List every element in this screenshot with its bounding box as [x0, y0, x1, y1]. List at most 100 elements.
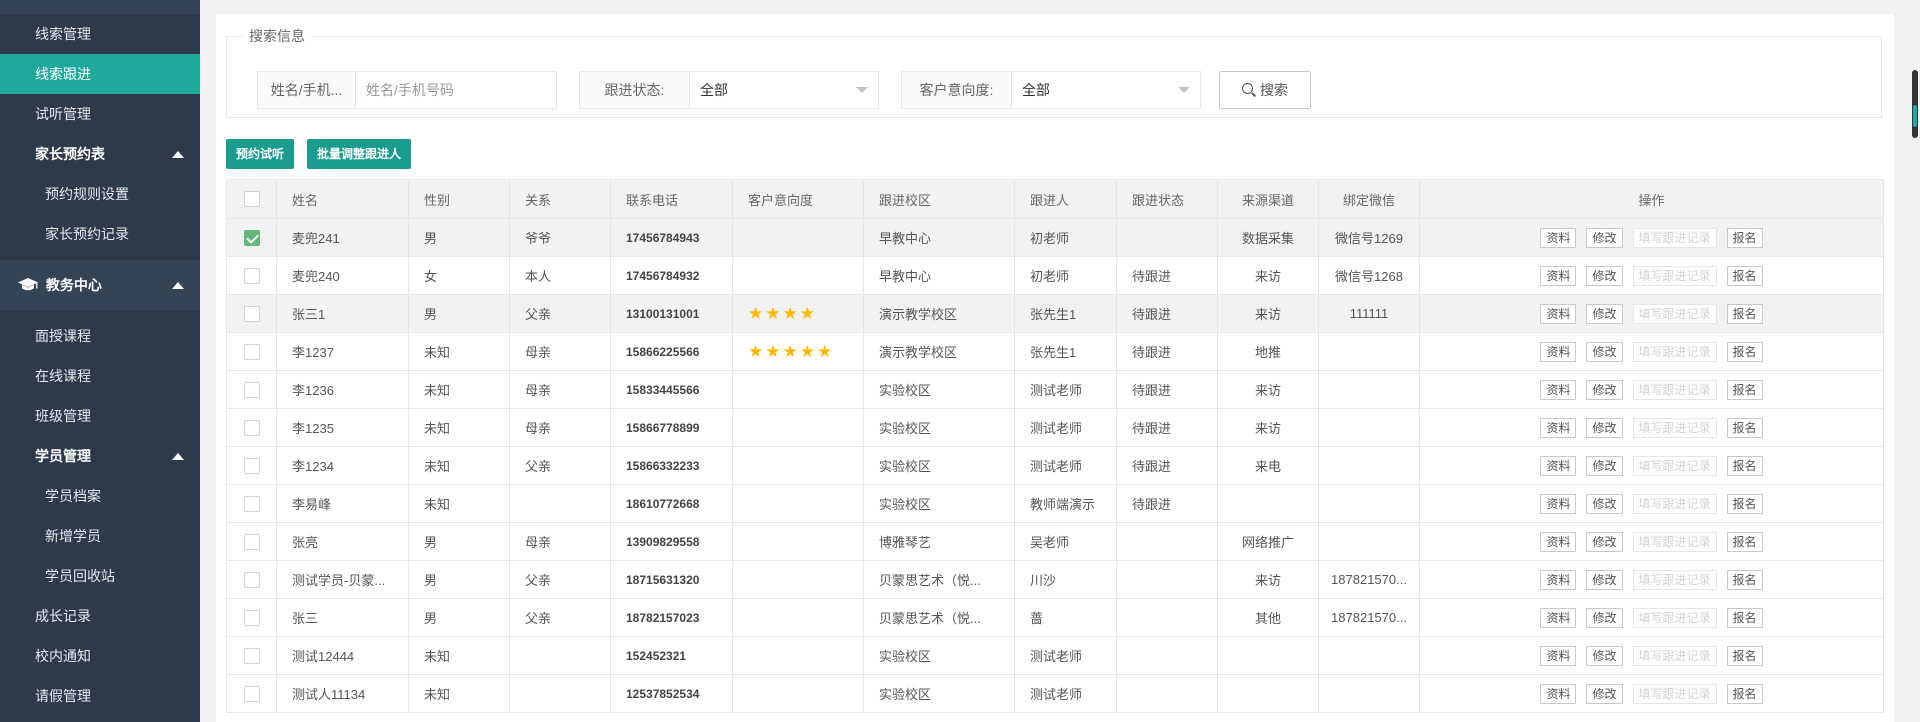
sidebar-item-bottom-0[interactable]: 成长记录 — [0, 596, 200, 636]
sidebar-item-2[interactable]: 试听管理 — [0, 94, 200, 134]
row-checkbox[interactable] — [243, 495, 260, 512]
edit-button[interactable]: 修改 — [1586, 683, 1623, 704]
col-phone-header[interactable]: 联系电话 — [610, 179, 733, 219]
sidebar-item-academic-0[interactable]: 面授课程 — [0, 316, 200, 356]
enroll-button[interactable]: 报名 — [1726, 341, 1763, 362]
write-follow-record-button[interactable]: 填写跟进记录 — [1632, 455, 1717, 476]
row-checkbox[interactable] — [243, 343, 260, 360]
write-follow-record-button[interactable]: 填写跟进记录 — [1632, 265, 1717, 286]
profile-button[interactable]: 资料 — [1540, 531, 1577, 552]
sidebar-subitem-student-0[interactable]: 学员档案 — [0, 476, 200, 516]
search-button[interactable]: 搜索 — [1219, 71, 1311, 109]
col-wechat-header[interactable]: 绑定微信 — [1318, 179, 1420, 219]
sidebar-subitem-booking-1[interactable]: 家长预约记录 — [0, 214, 200, 254]
edit-button[interactable]: 修改 — [1586, 341, 1623, 362]
edit-button[interactable]: 修改 — [1586, 531, 1623, 552]
row-checkbox[interactable] — [243, 305, 260, 322]
col-intent-header[interactable]: 客户意向度 — [732, 179, 864, 219]
row-checkbox[interactable] — [243, 647, 260, 664]
edit-button[interactable]: 修改 — [1586, 265, 1623, 286]
row-checkbox[interactable] — [243, 533, 260, 550]
enroll-button[interactable]: 报名 — [1726, 493, 1763, 514]
col-gender-header[interactable]: 性别 — [408, 179, 510, 219]
sidebar-item-academic-2[interactable]: 班级管理 — [0, 396, 200, 436]
row-checkbox[interactable] — [243, 571, 260, 588]
write-follow-record-button[interactable]: 填写跟进记录 — [1632, 379, 1717, 400]
edit-button[interactable]: 修改 — [1586, 645, 1623, 666]
enroll-button[interactable]: 报名 — [1726, 379, 1763, 400]
sidebar-item-academic-1[interactable]: 在线课程 — [0, 356, 200, 396]
enroll-button[interactable]: 报名 — [1726, 227, 1763, 248]
row-checkbox[interactable] — [243, 267, 260, 284]
edit-button[interactable]: 修改 — [1586, 607, 1623, 628]
book-trial-button[interactable]: 预约试听 — [226, 139, 295, 169]
profile-button[interactable]: 资料 — [1540, 607, 1577, 628]
enroll-button[interactable]: 报名 — [1726, 455, 1763, 476]
select-all-checkbox[interactable] — [243, 191, 260, 208]
write-follow-record-button[interactable]: 填写跟进记录 — [1632, 493, 1717, 514]
edit-button[interactable]: 修改 — [1586, 379, 1623, 400]
profile-button[interactable]: 资料 — [1540, 683, 1577, 704]
enroll-button[interactable]: 报名 — [1726, 683, 1763, 704]
sidebar-subitem-booking-0[interactable]: 预约规则设置 — [0, 174, 200, 214]
row-checkbox[interactable] — [243, 685, 260, 702]
write-follow-record-button[interactable]: 填写跟进记录 — [1632, 417, 1717, 438]
scrollbar-thumb[interactable] — [1912, 70, 1918, 138]
sidebar-item-bottom-2[interactable]: 请假管理 — [0, 676, 200, 716]
write-follow-record-button[interactable]: 填写跟进记录 — [1632, 531, 1717, 552]
sidebar-subitem-student-1[interactable]: 新增学员 — [0, 516, 200, 556]
write-follow-record-button[interactable]: 填写跟进记录 — [1632, 227, 1717, 248]
col-name-header[interactable]: 姓名 — [276, 179, 409, 219]
sidebar-item-bottom-1[interactable]: 校内通知 — [0, 636, 200, 676]
edit-button[interactable]: 修改 — [1586, 417, 1623, 438]
profile-button[interactable]: 资料 — [1540, 227, 1577, 248]
sidebar-item-0[interactable]: 线索管理 — [0, 14, 200, 54]
profile-button[interactable]: 资料 — [1540, 417, 1577, 438]
batch-assign-follower-button[interactable]: 批量调整跟进人 — [307, 139, 412, 169]
edit-button[interactable]: 修改 — [1586, 569, 1623, 590]
name-phone-input[interactable] — [356, 72, 556, 108]
sidebar-group-student[interactable]: 学员管理 — [0, 436, 200, 476]
enroll-button[interactable]: 报名 — [1726, 303, 1763, 324]
profile-button[interactable]: 资料 — [1540, 645, 1577, 666]
profile-button[interactable]: 资料 — [1540, 303, 1577, 324]
write-follow-record-button[interactable]: 填写跟进记录 — [1632, 683, 1717, 704]
col-relation-header[interactable]: 关系 — [509, 179, 611, 219]
edit-button[interactable]: 修改 — [1586, 303, 1623, 324]
profile-button[interactable]: 资料 — [1540, 265, 1577, 286]
row-checkbox[interactable] — [243, 609, 260, 626]
sidebar-item-1[interactable]: 线索跟进 — [0, 54, 200, 94]
enroll-button[interactable]: 报名 — [1726, 569, 1763, 590]
sidebar-section-academic[interactable]: 教务中心 — [0, 260, 200, 310]
enroll-button[interactable]: 报名 — [1726, 265, 1763, 286]
row-checkbox[interactable] — [243, 381, 260, 398]
sidebar-subitem-student-2[interactable]: 学员回收站 — [0, 556, 200, 596]
profile-button[interactable]: 资料 — [1540, 493, 1577, 514]
write-follow-record-button[interactable]: 填写跟进记录 — [1632, 607, 1717, 628]
profile-button[interactable]: 资料 — [1540, 379, 1577, 400]
col-campus-header[interactable]: 跟进校区 — [863, 179, 1015, 219]
row-checkbox-checked[interactable] — [243, 229, 260, 246]
profile-button[interactable]: 资料 — [1540, 569, 1577, 590]
edit-button[interactable]: 修改 — [1586, 493, 1623, 514]
write-follow-record-button[interactable]: 填写跟进记录 — [1632, 645, 1717, 666]
profile-button[interactable]: 资料 — [1540, 455, 1577, 476]
profile-button[interactable]: 资料 — [1540, 341, 1577, 362]
col-status-header[interactable]: 跟进状态 — [1116, 179, 1218, 219]
vertical-scrollbar[interactable] — [1910, 70, 1920, 138]
col-source-header[interactable]: 来源渠道 — [1217, 179, 1319, 219]
enroll-button[interactable]: 报名 — [1726, 531, 1763, 552]
write-follow-record-button[interactable]: 填写跟进记录 — [1632, 569, 1717, 590]
follow-status-select[interactable]: 全部 — [690, 72, 878, 108]
row-checkbox[interactable] — [243, 457, 260, 474]
write-follow-record-button[interactable]: 填写跟进记录 — [1632, 341, 1717, 362]
enroll-button[interactable]: 报名 — [1726, 645, 1763, 666]
intent-select[interactable]: 全部 — [1012, 72, 1200, 108]
edit-button[interactable]: 修改 — [1586, 455, 1623, 476]
enroll-button[interactable]: 报名 — [1726, 607, 1763, 628]
row-checkbox[interactable] — [243, 419, 260, 436]
edit-button[interactable]: 修改 — [1586, 227, 1623, 248]
sidebar-group-parent-booking[interactable]: 家长预约表 — [0, 134, 200, 174]
col-follower-header[interactable]: 跟进人 — [1014, 179, 1117, 219]
write-follow-record-button[interactable]: 填写跟进记录 — [1632, 303, 1717, 324]
